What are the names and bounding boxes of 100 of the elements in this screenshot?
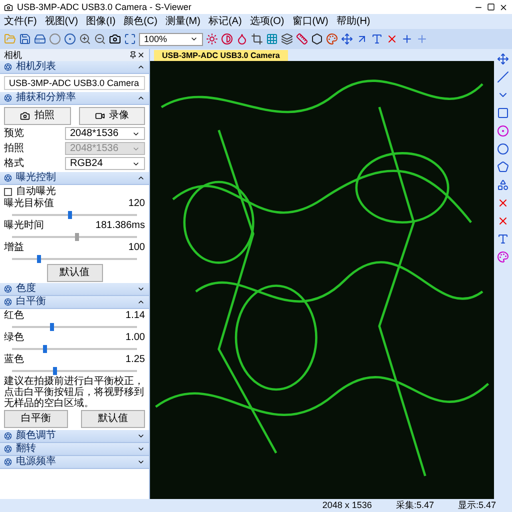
grid-icon[interactable] xyxy=(266,33,278,45)
caret-icon xyxy=(190,35,198,43)
shapes-icon[interactable] xyxy=(497,179,509,191)
zoom-out-icon[interactable] xyxy=(94,33,106,45)
sun-icon[interactable] xyxy=(206,33,218,45)
status-text: 2048 x 1536 xyxy=(322,500,372,511)
record-icon[interactable] xyxy=(64,33,76,45)
close-icon[interactable] xyxy=(137,51,145,59)
checkbox[interactable] xyxy=(4,188,12,196)
section-title: 颜色调节 xyxy=(16,430,57,442)
section-header[interactable]: 曝光控制 xyxy=(0,172,149,185)
section-title: 白平衡 xyxy=(16,296,47,308)
delete-icon[interactable] xyxy=(386,33,398,45)
delete-icon[interactable] xyxy=(497,197,509,209)
menu-item[interactable]: 视图(V) xyxy=(44,16,78,28)
field-label: 拍照 xyxy=(4,142,24,154)
droplet-icon[interactable] xyxy=(236,33,248,45)
slider-track[interactable] xyxy=(12,233,137,241)
section-title: 电源频率 xyxy=(16,456,57,468)
menu-item[interactable]: 帮助(H) xyxy=(336,16,370,28)
panel-title: 相机 xyxy=(4,50,23,60)
menu-item[interactable]: 图像(I) xyxy=(86,16,116,28)
circle-icon[interactable] xyxy=(49,33,61,45)
slider-track[interactable] xyxy=(12,367,137,375)
expand-icon xyxy=(137,285,145,293)
maximize-icon[interactable] xyxy=(487,3,495,11)
slider-reading: 1.14 xyxy=(126,310,145,322)
crosshair-icon[interactable] xyxy=(401,33,413,45)
app-icon xyxy=(4,2,13,12)
close-icon[interactable] xyxy=(499,2,508,12)
slider-thumb[interactable] xyxy=(53,367,58,375)
capture-button[interactable]: 拍照 xyxy=(4,107,70,125)
panel-button[interactable]: 白平衡 xyxy=(4,410,68,428)
polygon-icon[interactable] xyxy=(497,161,509,173)
section-icon xyxy=(4,94,12,102)
capture-button[interactable]: 录像 xyxy=(78,107,145,125)
slider-label: 绿色 xyxy=(4,332,24,344)
line-icon[interactable] xyxy=(497,71,509,83)
menu-item[interactable]: 测量(M) xyxy=(165,16,200,28)
palette-icon[interactable] xyxy=(497,251,509,263)
camera-icon[interactable] xyxy=(109,33,121,45)
crop-icon[interactable] xyxy=(251,33,263,45)
section-header[interactable]: 捕获和分辨率 xyxy=(0,92,149,105)
circle-icon[interactable] xyxy=(497,125,509,137)
section-icon xyxy=(4,445,12,453)
section-header[interactable]: 翻转 xyxy=(0,443,149,456)
field-label: 预览 xyxy=(4,128,24,140)
camera-list-item[interactable]: USB-3MP-ADC USB3.0 Camera xyxy=(4,76,145,90)
pin-icon[interactable] xyxy=(129,51,137,59)
menu-item[interactable]: 标记(A) xyxy=(208,16,242,28)
section-icon xyxy=(4,432,12,440)
text-icon[interactable] xyxy=(371,33,383,45)
slider-track[interactable] xyxy=(12,323,137,331)
zoom-dropdown[interactable]: 100% xyxy=(139,32,203,46)
section-icon xyxy=(4,458,12,466)
collapse-icon xyxy=(137,174,145,182)
menu-item[interactable]: 窗口(W) xyxy=(292,16,328,28)
video-icon xyxy=(94,111,105,121)
slider-track[interactable] xyxy=(12,345,137,353)
slider-track[interactable] xyxy=(12,255,137,263)
fit-icon[interactable] xyxy=(124,33,136,45)
slider-reading: 100 xyxy=(128,242,145,254)
hexagon-icon[interactable] xyxy=(311,33,323,45)
section-header[interactable]: 相机列表 xyxy=(0,61,149,74)
resolution-dropdown[interactable]: 2048*1536 xyxy=(65,127,145,140)
contrast-icon[interactable] xyxy=(221,33,233,45)
section-header[interactable]: 色度 xyxy=(0,283,149,296)
slider-reading: 1.00 xyxy=(126,332,145,344)
rectangle-icon[interactable] xyxy=(497,107,509,119)
layers-icon[interactable] xyxy=(281,33,293,45)
slider-thumb[interactable] xyxy=(68,211,72,219)
arrow-icon[interactable] xyxy=(356,33,368,45)
resolution-dropdown[interactable]: RGB24 xyxy=(65,157,145,170)
image-tab[interactable]: USB-3MP-ADC USB3.0 Camera xyxy=(154,50,288,61)
slider-thumb[interactable] xyxy=(37,255,41,263)
section-header[interactable]: 电源频率 xyxy=(0,456,149,469)
section-header[interactable]: 颜色调节 xyxy=(0,430,149,443)
move-icon[interactable] xyxy=(497,53,509,65)
delete-all-icon[interactable] xyxy=(497,215,509,227)
slider-track[interactable] xyxy=(12,211,137,219)
window-title: USB-3MP-ADC USB3.0 Camera - S-Viewer xyxy=(17,1,192,13)
slider-thumb[interactable] xyxy=(50,323,54,331)
section-header[interactable]: 白平衡 xyxy=(0,296,149,309)
text-icon[interactable] xyxy=(497,233,509,245)
panel-button[interactable]: 默认值 xyxy=(46,264,102,282)
ruler-icon[interactable] xyxy=(296,33,308,45)
palette-icon[interactable] xyxy=(326,33,338,45)
menu-item[interactable]: 选项(O) xyxy=(250,16,284,28)
save-icon[interactable] xyxy=(19,33,31,45)
status-text: 采集:5.47 xyxy=(396,500,434,511)
menu-item[interactable]: 颜色(C) xyxy=(124,16,158,28)
panel-button[interactable]: 默认值 xyxy=(81,410,145,428)
menu-item[interactable]: 文件(F) xyxy=(4,16,37,28)
collapse-icon xyxy=(137,63,145,71)
ellipse-icon[interactable] xyxy=(497,143,509,155)
slider-thumb[interactable] xyxy=(43,345,48,353)
section-title: 曝光控制 xyxy=(16,172,57,184)
zoom-in-icon[interactable] xyxy=(79,33,91,45)
move-icon[interactable] xyxy=(341,33,353,45)
slider-label: 蓝色 xyxy=(4,354,24,366)
